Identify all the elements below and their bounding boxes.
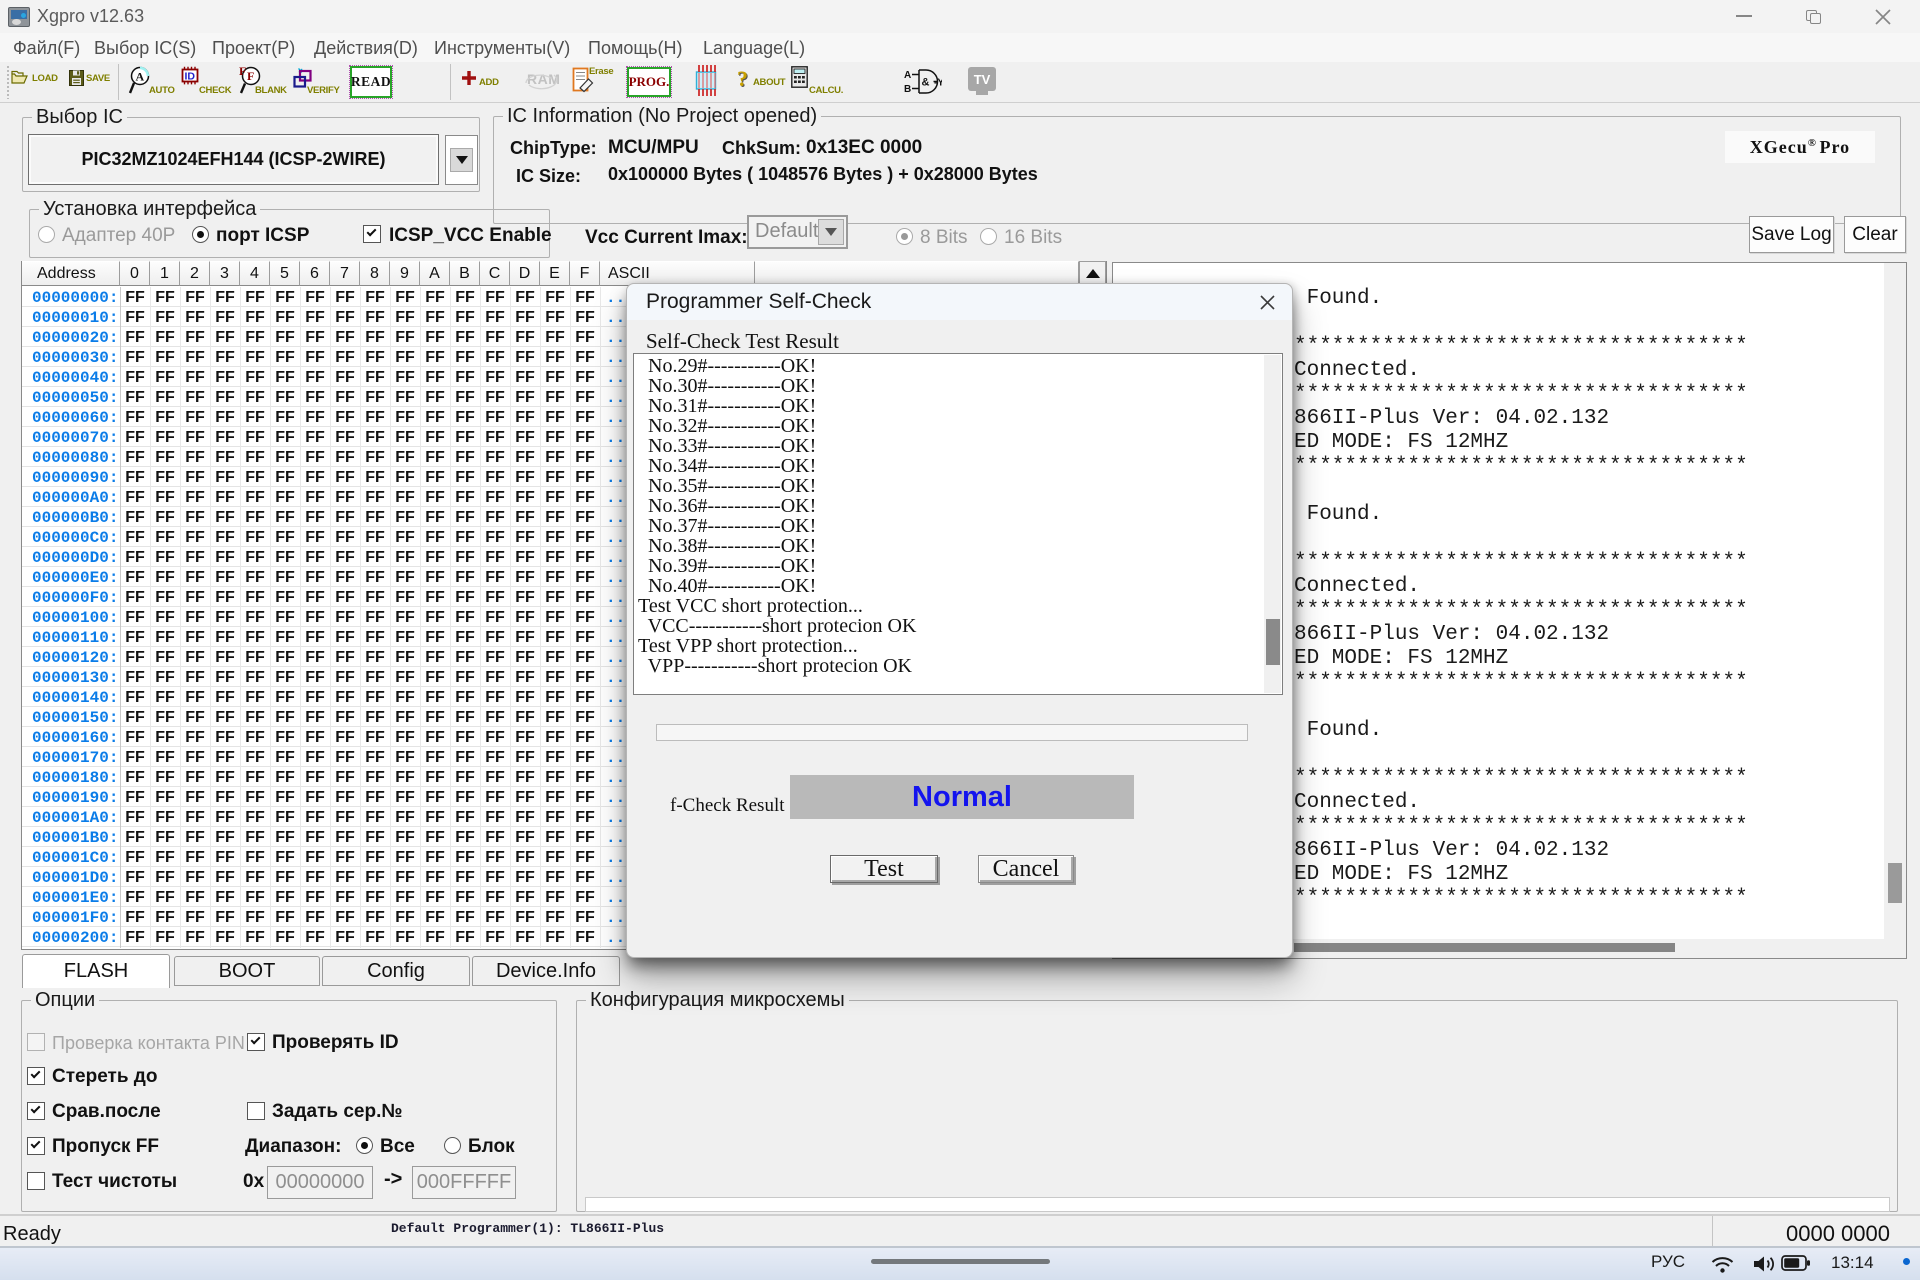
svg-text:&: & [922, 77, 930, 89]
svg-text:ID: ID [185, 71, 196, 83]
svg-text:B: B [904, 84, 911, 95]
svg-text:A: A [904, 70, 911, 81]
svg-text:F: F [247, 69, 254, 83]
svg-text:F: F [239, 64, 246, 78]
svg-text:A: A [136, 70, 145, 84]
svg-text:-Y: -Y [934, 78, 942, 89]
